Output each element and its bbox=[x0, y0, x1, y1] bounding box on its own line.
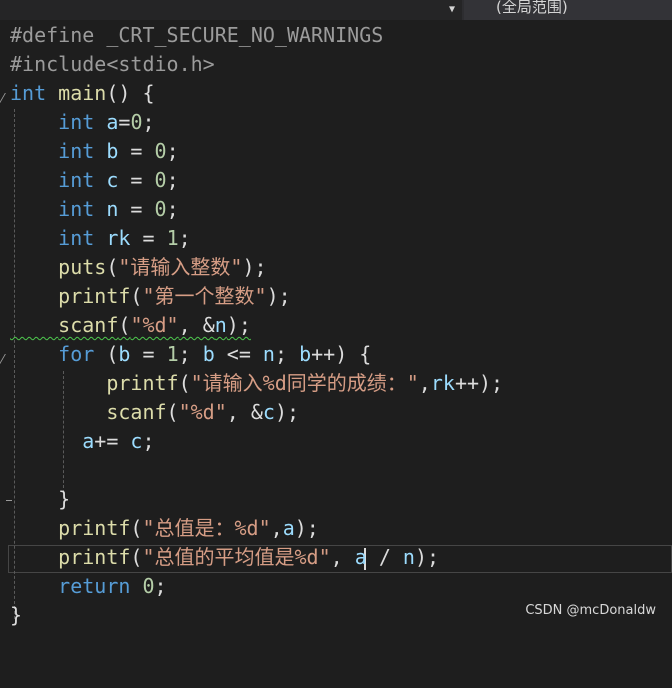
code-text: } bbox=[10, 487, 71, 511]
code-text-warning: scanf("%d", &n); bbox=[58, 313, 251, 337]
code-text: #define _CRT_SECURE_NO_WARNINGS bbox=[10, 23, 384, 47]
code-line[interactable]: int n = 0; bbox=[0, 195, 672, 224]
code-text: int rk = 1; bbox=[58, 226, 191, 250]
code-text: int main() { bbox=[10, 81, 155, 105]
chevron-down-icon[interactable]: ▼ bbox=[444, 3, 460, 17]
code-line[interactable]: printf("总值的平均值是%d", a / n); bbox=[0, 543, 672, 572]
code-text: #include<stdio.h> bbox=[10, 52, 215, 76]
code-line[interactable]: int rk = 1; bbox=[0, 224, 672, 253]
code-line[interactable]: int c = 0; bbox=[0, 166, 672, 195]
code-text: scanf("%d", &c); bbox=[106, 400, 300, 424]
code-line[interactable] bbox=[0, 456, 672, 485]
code-line[interactable]: a+= c; bbox=[0, 427, 672, 456]
code-line[interactable]: for (b = 1; b <= n; b++) { bbox=[0, 340, 672, 369]
code-text: int n = 0; bbox=[58, 197, 179, 221]
code-line[interactable]: int b = 0; bbox=[0, 137, 672, 166]
code-line[interactable]: printf("第一个整数"); bbox=[0, 282, 672, 311]
code-text: printf("总值是：%d",a); bbox=[58, 516, 319, 540]
code-line[interactable]: } bbox=[0, 485, 672, 514]
code-text: puts("请输入整数"); bbox=[58, 255, 267, 279]
code-text: return 0; bbox=[58, 574, 167, 598]
code-text: printf("第一个整数"); bbox=[58, 284, 291, 308]
code-line[interactable]: printf("请输入%d同学的成绩：",rk++); bbox=[0, 369, 672, 398]
code-editor[interactable]: #define _CRT_SECURE_NO_WARNINGS #include… bbox=[0, 21, 672, 628]
code-line[interactable]: int main() { bbox=[0, 79, 672, 108]
code-text: printf("总值的平均值是%d", a / n); bbox=[58, 545, 440, 569]
code-line[interactable]: return 0; bbox=[0, 572, 672, 601]
code-text: } bbox=[10, 603, 23, 627]
file-scope-dropdown[interactable] bbox=[0, 0, 462, 20]
code-line[interactable]: puts("请输入整数"); bbox=[0, 253, 672, 282]
code-line[interactable]: printf("总值是：%d",a); bbox=[0, 514, 672, 543]
code-line[interactable]: scanf("%d", &c); bbox=[0, 398, 672, 427]
code-line[interactable]: #define _CRT_SECURE_NO_WARNINGS bbox=[0, 21, 672, 50]
watermark-text: CSDN @mcDonaldw bbox=[525, 603, 656, 618]
navigation-bar: ▼ (全局范围) bbox=[0, 0, 672, 20]
code-text: int c = 0; bbox=[58, 168, 179, 192]
code-line[interactable]: scanf("%d", &n); bbox=[0, 311, 672, 340]
code-text: int a=0; bbox=[58, 110, 155, 134]
global-scope-dropdown[interactable]: (全局范围) bbox=[464, 0, 672, 20]
code-text: for (b = 1; b <= n; b++) { bbox=[58, 342, 372, 366]
code-line[interactable]: int a=0; bbox=[0, 108, 672, 137]
code-text: a+= c; bbox=[82, 429, 155, 453]
code-text: printf("请输入%d同学的成绩：",rk++); bbox=[106, 371, 504, 395]
code-line[interactable]: #include<stdio.h> bbox=[0, 50, 672, 79]
code-text: int b = 0; bbox=[58, 139, 179, 163]
